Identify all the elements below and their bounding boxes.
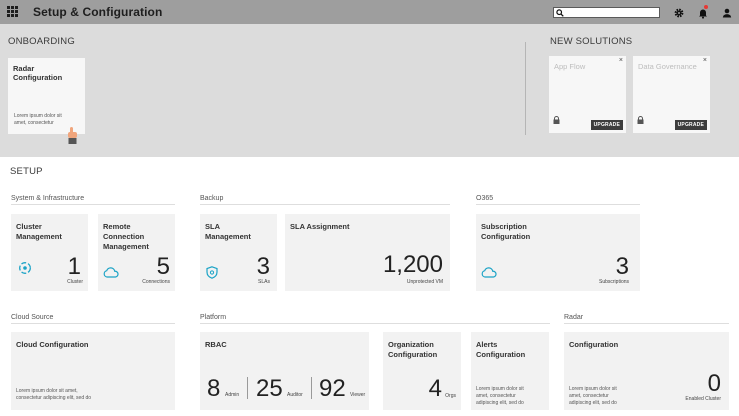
card-description: Lorem ipsum dolor sit amet, consectetur … bbox=[569, 386, 617, 406]
group-heading-system: System & Infrastructure bbox=[11, 195, 85, 202]
card-title: Remote Connection Management bbox=[103, 222, 149, 251]
enabled-cluster-unit: Enabled Cluster bbox=[685, 396, 721, 402]
sla-count: 3 bbox=[256, 253, 270, 280]
auditor-unit: Auditor bbox=[287, 392, 303, 398]
card-title: RBAC bbox=[205, 340, 227, 349]
unprotected-vm-count: 1,200 bbox=[382, 251, 443, 278]
notification-badge bbox=[704, 5, 708, 9]
connections-unit: Connections bbox=[142, 279, 170, 285]
card-title: Data Governance bbox=[638, 62, 697, 71]
page-title: Setup & Configuration bbox=[33, 5, 163, 19]
unprotected-vm-unit: Unprotected VM bbox=[406, 279, 443, 285]
orgs-unit: Orgs bbox=[445, 393, 456, 399]
cluster-icon bbox=[18, 261, 32, 280]
cluster-management-card[interactable]: Cluster Management 1 Cluster bbox=[11, 214, 88, 291]
search-input[interactable] bbox=[553, 7, 660, 18]
enabled-cluster-count: 0 bbox=[707, 370, 721, 397]
lock-icon bbox=[553, 111, 560, 129]
card-title: Organization Configuration bbox=[388, 340, 438, 359]
user-icon[interactable] bbox=[721, 6, 733, 18]
group-divider bbox=[200, 323, 550, 324]
subscriptions-count: 3 bbox=[615, 253, 629, 280]
cloud-icon bbox=[103, 265, 119, 283]
sla-unit: SLAs bbox=[258, 279, 270, 285]
card-description: Lorem ipsum dolor sit amet, consectetur … bbox=[476, 386, 524, 406]
card-description: Lorem ipsum dolor sit amet, consectetur … bbox=[16, 388, 92, 401]
subscription-configuration-card[interactable]: Subscription Configuration 3 Subscriptio… bbox=[476, 214, 640, 291]
section-divider bbox=[525, 42, 526, 135]
apps-grid-icon[interactable] bbox=[7, 6, 18, 17]
card-description: Lorem ipsum dolor sit amet, consectetur bbox=[14, 113, 62, 126]
viewer-unit: Viewer bbox=[350, 392, 366, 398]
group-divider bbox=[564, 323, 729, 324]
remote-connection-management-card[interactable]: Remote Connection Management 5 Connectio… bbox=[98, 214, 175, 291]
card-title: SLA Assignment bbox=[290, 222, 350, 231]
upgrade-button[interactable]: UPGRADE bbox=[674, 120, 707, 130]
orgs-count: 4 bbox=[428, 375, 442, 402]
card-title: Cloud Configuration bbox=[16, 340, 89, 349]
rbac-card[interactable]: RBAC 8 Admin 25 Auditor 92 Viewer bbox=[200, 332, 369, 410]
group-heading-radar: Radar bbox=[564, 314, 584, 321]
cloud-configuration-card[interactable]: Cloud Configuration Lorem ipsum dolor si… bbox=[11, 332, 175, 410]
card-title: Subscription Configuration bbox=[481, 222, 531, 241]
admin-unit: Admin bbox=[225, 392, 240, 398]
cluster-count: 1 bbox=[67, 253, 81, 280]
shield-icon bbox=[206, 266, 218, 284]
bell-icon[interactable] bbox=[697, 5, 709, 19]
card-title: SLA Management bbox=[205, 222, 251, 241]
group-divider bbox=[11, 204, 175, 205]
onboarding-heading: ONBOARDING bbox=[8, 36, 75, 47]
card-title: App Flow bbox=[554, 62, 586, 71]
group-heading-o365: O365 bbox=[476, 195, 494, 202]
gear-icon[interactable] bbox=[673, 6, 685, 18]
alerts-configuration-card[interactable]: Alerts Configuration Lorem ipsum dolor s… bbox=[471, 332, 549, 410]
rbac-separator bbox=[247, 377, 248, 399]
card-title: Alerts Configuration bbox=[476, 340, 526, 359]
rbac-separator bbox=[311, 377, 312, 399]
group-divider bbox=[200, 204, 450, 205]
card-title: Configuration bbox=[569, 340, 619, 349]
group-heading-cloud-source: Cloud Source bbox=[11, 314, 54, 321]
subscriptions-unit: Subscriptions bbox=[598, 279, 629, 285]
radar-configuration-setup-card[interactable]: Configuration Lorem ipsum dolor sit amet… bbox=[564, 332, 729, 410]
upgrade-button[interactable]: UPGRADE bbox=[590, 120, 623, 130]
setup-heading: SETUP bbox=[10, 166, 43, 177]
connections-count: 5 bbox=[156, 253, 170, 280]
organization-configuration-card[interactable]: Organization Configuration 4 Orgs bbox=[383, 332, 461, 410]
top-bar: Setup & Configuration bbox=[0, 0, 739, 24]
cloud-icon bbox=[481, 265, 497, 283]
group-divider bbox=[476, 204, 640, 205]
data-governance-card[interactable]: Data Governance × UPGRADE bbox=[633, 56, 710, 133]
cluster-unit: Cluster bbox=[67, 279, 83, 285]
admin-count: 8 bbox=[207, 375, 221, 402]
search-icon bbox=[556, 9, 564, 17]
auditor-count: 25 bbox=[256, 375, 283, 402]
hand-pointer-icon bbox=[67, 127, 78, 149]
card-title: Radar Configuration bbox=[13, 64, 63, 83]
app-flow-card[interactable]: App Flow × UPGRADE bbox=[549, 56, 626, 133]
group-heading-platform: Platform bbox=[200, 314, 227, 321]
close-icon[interactable]: × bbox=[619, 57, 623, 64]
radar-configuration-card[interactable]: Radar Configuration Lorem ipsum dolor si… bbox=[8, 58, 85, 134]
group-heading-backup: Backup bbox=[200, 195, 224, 202]
new-solutions-heading: NEW SOLUTIONS bbox=[550, 36, 633, 47]
group-divider bbox=[11, 323, 175, 324]
lock-icon bbox=[637, 111, 644, 129]
card-title: Cluster Management bbox=[16, 222, 62, 241]
close-icon[interactable]: × bbox=[703, 57, 707, 64]
sla-assignment-card[interactable]: SLA Assignment 1,200 Unprotected VM bbox=[285, 214, 450, 291]
sla-management-card[interactable]: SLA Management 3 SLAs bbox=[200, 214, 277, 291]
viewer-count: 92 bbox=[319, 375, 346, 402]
